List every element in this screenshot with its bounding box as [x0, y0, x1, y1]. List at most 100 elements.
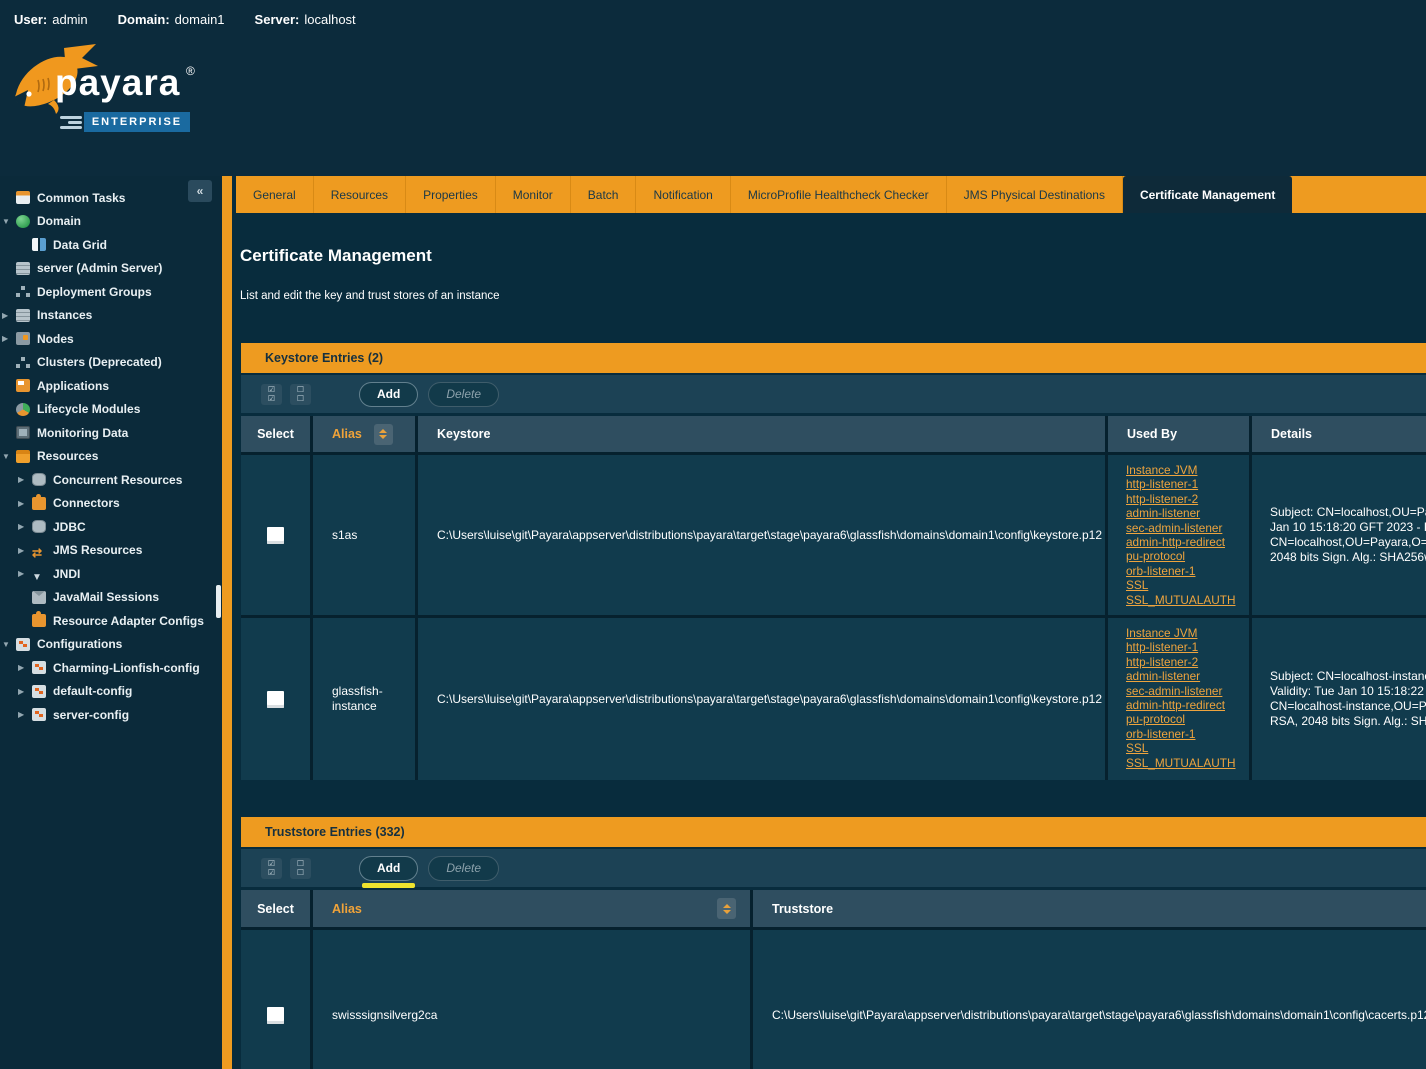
deselect-all-icon[interactable]: [290, 384, 311, 405]
page-title: Certificate Management: [240, 246, 432, 266]
tree-toggle-icon[interactable]: [2, 640, 16, 649]
nav-icon: [32, 614, 46, 627]
sort-button[interactable]: [717, 898, 736, 919]
sidebar-item[interactable]: Deployment Groups: [0, 280, 222, 304]
sidebar: « Common Tasks Domain Data Grid: [0, 176, 222, 1069]
alias-cell: s1as: [313, 455, 415, 615]
row-checkbox[interactable]: [267, 691, 284, 708]
sidebar-item-label: Domain: [37, 214, 81, 228]
sidebar-item[interactable]: JavaMail Sessions: [0, 586, 222, 610]
used-by-link[interactable]: orb-listener-1: [1126, 727, 1196, 741]
keystore-add-button[interactable]: Add: [359, 382, 418, 407]
sidebar-item[interactable]: JMS Resources: [0, 539, 222, 563]
select-all-icon[interactable]: [261, 858, 282, 879]
sidebar-item[interactable]: Connectors: [0, 492, 222, 516]
used-by-link[interactable]: admin-http-redirect: [1126, 535, 1225, 549]
sidebar-item[interactable]: Instances: [0, 304, 222, 328]
sidebar-item-label: Common Tasks: [37, 191, 125, 205]
row-checkbox[interactable]: [267, 527, 284, 544]
sidebar-item-label: Instances: [37, 308, 92, 322]
tree-toggle-icon[interactable]: [2, 217, 16, 226]
sidebar-item-label: Connectors: [53, 496, 120, 510]
used-by-link[interactable]: admin-listener: [1126, 506, 1200, 520]
sidebar-item[interactable]: server (Admin Server): [0, 257, 222, 281]
tree-toggle-icon[interactable]: [2, 311, 16, 320]
used-by-link[interactable]: SSL_MUTUALAUTH: [1126, 593, 1235, 607]
sidebar-item[interactable]: Resource Adapter Configs: [0, 609, 222, 633]
tab[interactable]: Certificate Management: [1123, 176, 1292, 213]
sidebar-item-label: server (Admin Server): [37, 261, 162, 275]
sidebar-item[interactable]: Domain: [0, 210, 222, 234]
session-value: domain1: [175, 12, 225, 27]
tree-toggle-icon[interactable]: [2, 452, 16, 461]
tree-toggle-icon[interactable]: [18, 499, 32, 508]
tree-toggle-icon[interactable]: [18, 687, 32, 696]
tab[interactable]: General: [236, 176, 314, 213]
sidebar-item[interactable]: server-config: [0, 703, 222, 727]
select-all-icon[interactable]: [261, 384, 282, 405]
used-by-link[interactable]: orb-listener-1: [1126, 564, 1196, 578]
used-by-link[interactable]: pu-protocol: [1126, 712, 1185, 726]
used-by-link[interactable]: SSL: [1126, 741, 1148, 755]
used-by-link[interactable]: http-listener-1: [1126, 640, 1198, 654]
used-by-link[interactable]: pu-protocol: [1126, 549, 1185, 563]
sidebar-item[interactable]: Clusters (Deprecated): [0, 351, 222, 375]
tree-toggle-icon[interactable]: [18, 475, 32, 484]
tree-toggle-icon[interactable]: [18, 546, 32, 555]
sidebar-item[interactable]: Concurrent Resources: [0, 468, 222, 492]
sidebar-item-label: Configurations: [37, 637, 122, 651]
sidebar-item[interactable]: Resources: [0, 445, 222, 469]
truststore-toolbar: Add Delete: [241, 849, 1426, 887]
sidebar-item[interactable]: Nodes: [0, 327, 222, 351]
deselect-all-icon[interactable]: [290, 858, 311, 879]
used-by-link[interactable]: SSL: [1126, 578, 1148, 592]
truststore-delete-button[interactable]: Delete: [428, 856, 499, 881]
used-by-link[interactable]: Instance JVM: [1126, 626, 1197, 640]
tab[interactable]: Properties: [406, 176, 496, 213]
tab[interactable]: Monitor: [496, 176, 571, 213]
sidebar-item[interactable]: Charming-Lionfish-config: [0, 656, 222, 680]
used-by-link[interactable]: Instance JVM: [1126, 463, 1197, 477]
tree-toggle-icon[interactable]: [18, 522, 32, 531]
used-by-link[interactable]: http-listener-1: [1126, 477, 1198, 491]
used-by-link[interactable]: admin-http-redirect: [1126, 698, 1225, 712]
keystore-delete-button[interactable]: Delete: [428, 382, 499, 407]
tab[interactable]: MicroProfile Healthcheck Checker: [731, 176, 947, 213]
used-by-link[interactable]: http-listener-2: [1126, 492, 1198, 506]
nav-icon: [32, 685, 46, 698]
used-by-link[interactable]: sec-admin-listener: [1126, 684, 1222, 698]
col-header-keystore: Keystore: [418, 416, 1105, 452]
used-by-cell: Instance JVMhttp-listener-1http-listener…: [1108, 618, 1249, 780]
sidebar-item[interactable]: Configurations: [0, 633, 222, 657]
tree-toggle-icon[interactable]: [18, 663, 32, 672]
sidebar-item[interactable]: Data Grid: [0, 233, 222, 257]
tab[interactable]: JMS Physical Destinations: [947, 176, 1123, 213]
sidebar-item[interactable]: Applications: [0, 374, 222, 398]
tree-toggle-icon[interactable]: [18, 710, 32, 719]
used-by-link[interactable]: SSL_MUTUALAUTH: [1126, 756, 1235, 770]
used-by-link[interactable]: admin-listener: [1126, 669, 1200, 683]
sidebar-scrollbar[interactable]: [216, 585, 221, 618]
used-by-link[interactable]: http-listener-2: [1126, 655, 1198, 669]
tab-bar: General Resources Properties Monitor Bat…: [236, 176, 1426, 213]
session-item: User:admin: [14, 12, 88, 27]
truststore-add-button[interactable]: Add: [359, 856, 418, 881]
row-checkbox[interactable]: [267, 1007, 284, 1024]
col-header-select: Select: [241, 890, 310, 927]
sidebar-item[interactable]: JDBC: [0, 515, 222, 539]
used-by-link[interactable]: sec-admin-listener: [1126, 521, 1222, 535]
tree-toggle-icon[interactable]: [2, 334, 16, 343]
used-by-cell: Instance JVMhttp-listener-1http-listener…: [1108, 455, 1249, 615]
tab[interactable]: Notification: [636, 176, 730, 213]
nav-tree: Common Tasks Domain Data Grid server (Ad…: [0, 186, 222, 727]
sidebar-item[interactable]: Common Tasks: [0, 186, 222, 210]
tab[interactable]: Batch: [571, 176, 637, 213]
sidebar-item[interactable]: default-config: [0, 680, 222, 704]
sort-button[interactable]: [374, 424, 393, 445]
tree-toggle-icon[interactable]: [18, 569, 32, 578]
sidebar-item[interactable]: JNDI: [0, 562, 222, 586]
tab[interactable]: Resources: [314, 176, 406, 213]
nav-icon: [16, 356, 30, 369]
sidebar-item[interactable]: Lifecycle Modules: [0, 398, 222, 422]
sidebar-item[interactable]: Monitoring Data: [0, 421, 222, 445]
